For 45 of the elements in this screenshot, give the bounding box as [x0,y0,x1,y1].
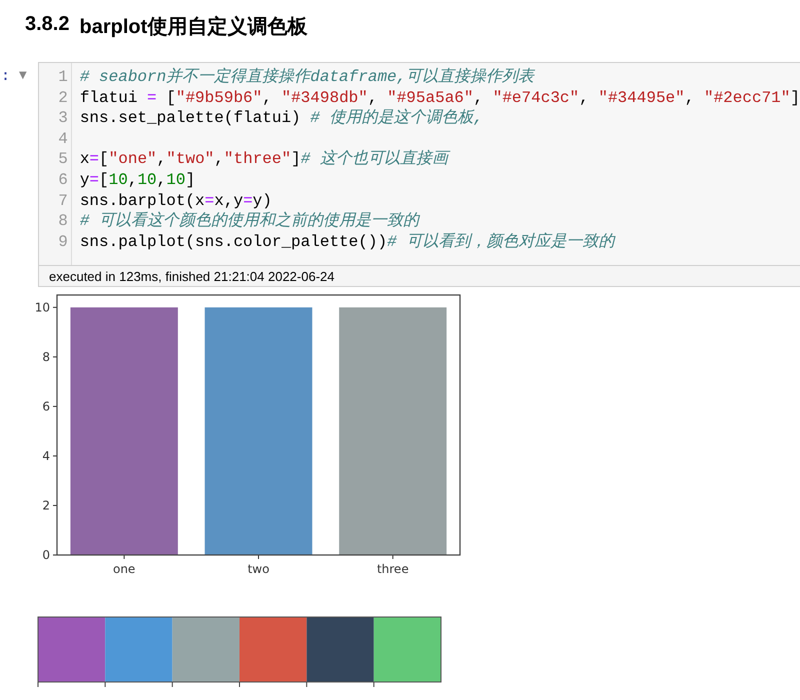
y-tick [52,554,58,556]
code-line: # seaborn并不一定得直接操作dataframe,可以直接操作列表 [80,67,534,88]
section-title: barplot使用自定义调色板 [79,14,308,40]
code-line: sns.barplot(x=x,y=y) [80,190,272,212]
code-line: # 可以看这个颜色的使用和之前的使用是一致的 [80,211,420,232]
palette-tick [373,682,374,688]
x-tick-label: two [248,562,270,576]
y-tick [52,504,58,506]
y-tick [52,356,58,358]
x-tick [258,554,259,560]
line-number: 8 [58,211,69,232]
x-tick [392,554,394,560]
code-line: y=[10,10,10] [80,170,196,191]
y-tick [52,406,58,407]
line-number: 6 [58,170,69,191]
palette-tick [306,682,308,688]
line-number: 1 [58,67,69,88]
line-number: 4 [58,128,69,150]
code-line: x=["one","two","three"]# 这个也可以直接画 [80,149,448,170]
palette-tick [104,682,106,688]
y-tick-label: 10 [34,300,50,314]
x-tick-label: three [376,562,409,576]
collapse-toggle[interactable]: ▼ [19,70,27,81]
cell-prompt: : [1,66,10,84]
y-tick [52,455,58,456]
code-line: sns.palplot(sns.color_palette())# 可以看到，颜色对应是一致的 [80,232,614,252]
y-tick-label: 6 [42,399,50,414]
line-number: 7 [58,190,69,212]
y-tick-label: 4 [42,448,50,463]
palette-tick [172,682,173,688]
y-tick [52,306,58,308]
line-number: 2 [58,88,69,108]
x-tick [124,554,125,560]
section-number: 3.8.2 [25,13,70,37]
execution-status: executed in 123ms, finished 21:21:04 2022-06-24 [49,269,334,284]
y-tick-label: 0 [42,548,50,562]
line-number: 9 [58,232,69,252]
palette-tick [239,682,240,688]
y-tick-label: 2 [42,498,50,512]
x-tick-label: one [113,562,136,576]
y-tick-label: 8 [42,350,50,364]
code-line: sns.set_palette(flatui) # 使用的是这个调色板, [80,108,484,129]
line-number: 3 [58,108,69,129]
line-number: 5 [58,149,69,170]
code-line: flatui = ["#9b59b6", "#3498db", "#95a5a6", "#e74c3c", "#34495e", "#2ecc71"] [80,88,800,108]
